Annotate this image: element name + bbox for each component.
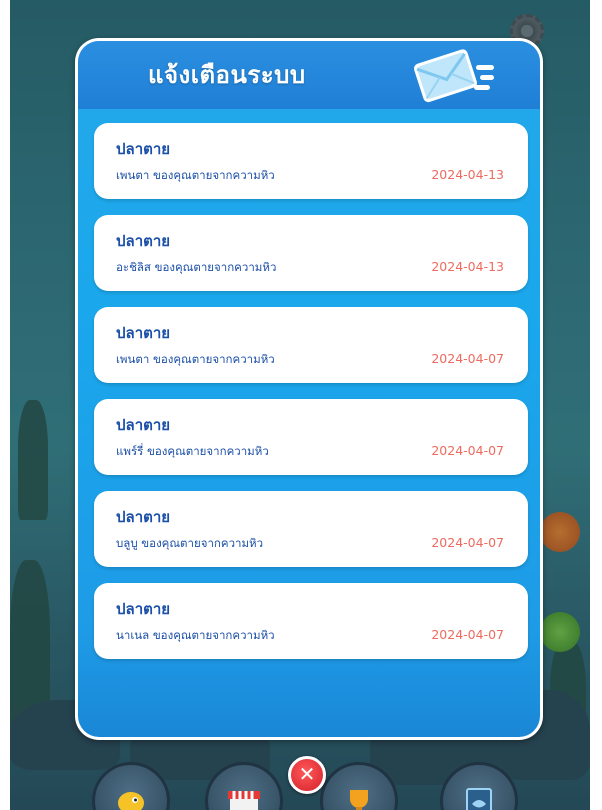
notification-title: ปลาตาย <box>116 416 171 434</box>
notification-date: 2024-04-07 <box>431 535 504 550</box>
notification-list: ปลาตาย เพนตา ของคุณตายจากความหิว 2024-04… <box>94 123 528 675</box>
notification-card[interactable]: ปลาตาย แพร์รี่ ของคุณตายจากความหิว 2024-… <box>94 399 528 475</box>
game-screen: แจ้งเตือนระบบ ปลาตาย เพนตา ของคุณตายจากค… <box>0 0 602 810</box>
fish-book-icon <box>466 788 492 810</box>
panel-body: แจ้งเตือนระบบ ปลาตาย เพนตา ของคุณตายจากค… <box>78 41 540 737</box>
notification-date: 2024-04-07 <box>431 351 504 366</box>
notification-message: นาเนล ของคุณตายจากความหิว <box>116 628 275 642</box>
panel-header: แจ้งเตือนระบบ <box>78 41 540 109</box>
close-button[interactable]: ✕ <box>288 756 326 794</box>
notification-message: เพนตา ของคุณตายจากความหิว <box>116 168 275 182</box>
notification-card[interactable]: ปลาตาย เพนตา ของคุณตายจากความหิว 2024-04… <box>94 307 528 383</box>
notification-message: เพนตา ของคุณตายจากความหิว <box>116 352 275 366</box>
panel-title: แจ้งเตือนระบบ <box>148 61 306 89</box>
fish-character-icon <box>118 792 144 810</box>
notification-title: ปลาตาย <box>116 232 171 250</box>
notification-panel: แจ้งเตือนระบบ ปลาตาย เพนตา ของคุณตายจากค… <box>75 38 543 740</box>
notification-card[interactable]: ปลาตาย อะชิลิส ของคุณตายจากความหิว 2024-… <box>94 215 528 291</box>
envelope-icon <box>413 49 494 103</box>
close-icon: ✕ <box>298 762 316 787</box>
trophy-icon <box>350 790 368 810</box>
notification-date: 2024-04-13 <box>431 167 504 182</box>
notification-message: บลูบู ของคุณตายจากความหิว <box>116 536 264 550</box>
notification-message: แพร์รี่ ของคุณตายจากความหิว <box>116 444 269 458</box>
notification-card[interactable]: ปลาตาย นาเนล ของคุณตายจากความหิว 2024-04… <box>94 583 528 659</box>
notification-title: ปลาตาย <box>116 508 171 526</box>
notification-title: ปลาตาย <box>116 600 171 618</box>
notification-message: อะชิลิส ของคุณตายจากความหิว <box>116 260 277 274</box>
notification-date: 2024-04-07 <box>431 443 504 458</box>
notification-date: 2024-04-07 <box>431 627 504 642</box>
notification-title: ปลาตาย <box>116 324 171 342</box>
notification-card[interactable]: ปลาตาย เพนตา ของคุณตายจากความหิว 2024-04… <box>94 123 528 199</box>
notification-date: 2024-04-13 <box>431 259 504 274</box>
notification-title: ปลาตาย <box>116 140 171 158</box>
notification-card[interactable]: ปลาตาย บลูบู ของคุณตายจากความหิว 2024-04… <box>94 491 528 567</box>
shop-icon <box>228 791 260 810</box>
